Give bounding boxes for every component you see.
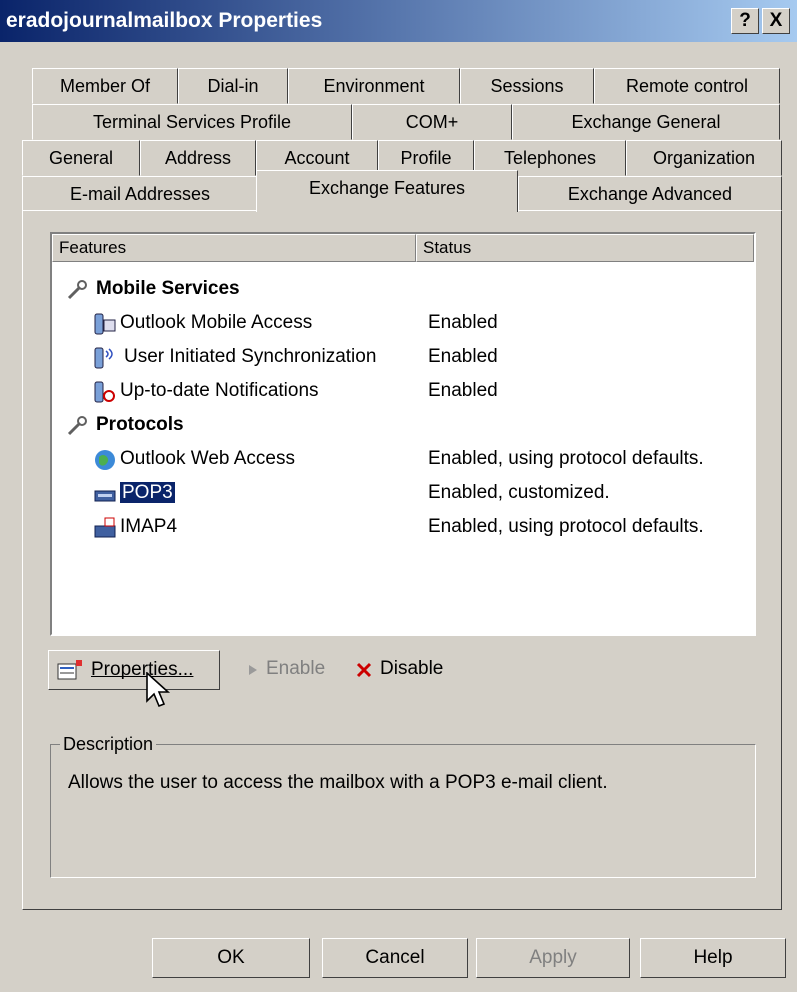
help-button[interactable]: ? [731, 8, 759, 34]
group-label: Mobile Services [96, 278, 240, 299]
feature-status: Enabled, using protocol defaults. [428, 516, 704, 537]
description-text: Allows the user to access the mailbox wi… [68, 772, 608, 793]
feature-label: POP3 [119, 476, 176, 510]
tab-organization[interactable]: Organization [626, 140, 782, 176]
mobile-sync-icon [94, 347, 113, 369]
globe-icon [95, 450, 115, 470]
feature-label: Outlook Web Access [120, 448, 295, 469]
pop3-icon [94, 490, 116, 502]
properties-button[interactable]: Properties... [48, 650, 220, 690]
feature-label: User Initiated Synchronization [124, 346, 377, 367]
tab-address[interactable]: Address [140, 140, 256, 176]
column-header-features[interactable]: Features [52, 234, 416, 262]
selected-label: POP3 [119, 481, 176, 504]
mobile-access-icon [94, 313, 116, 335]
tab-email-addresses[interactable]: E-mail Addresses [22, 176, 258, 212]
title-bar: eradojournalmailbox Properties ? X [0, 0, 797, 42]
tab-dial-in[interactable]: Dial-in [178, 68, 288, 104]
feature-status: Enabled [428, 312, 498, 333]
description-group [50, 744, 756, 878]
disable-button[interactable]: Disable [380, 658, 443, 680]
wrench-icon [67, 280, 87, 300]
feature-row-outlook-mobile-access[interactable]: Outlook Mobile Access Enabled [52, 306, 752, 340]
feature-row-pop3[interactable]: POP3 Enabled, customized. [52, 476, 752, 510]
tab-exchange-features[interactable]: Exchange Features [256, 170, 518, 212]
group-label: Protocols [96, 414, 184, 435]
disable-x-icon [356, 662, 372, 678]
tab-exchange-advanced[interactable]: Exchange Advanced [518, 176, 782, 212]
feature-row-user-initiated-sync[interactable]: User Initiated Synchronization Enabled [52, 340, 752, 374]
feature-status: Enabled, using protocol defaults. [428, 448, 704, 469]
mobile-notify-icon [94, 381, 115, 403]
properties-dialog: eradojournalmailbox Properties ? X Membe… [0, 0, 797, 992]
tab-environment[interactable]: Environment [288, 68, 460, 104]
ok-button[interactable]: OK [152, 938, 310, 978]
tab-terminal-services-profile[interactable]: Terminal Services Profile [32, 104, 352, 140]
feature-row-imap4[interactable]: IMAP4 Enabled, using protocol defaults. [52, 510, 752, 544]
features-list[interactable]: Features Status Mobile Services Outlook … [50, 232, 756, 636]
properties-icon [57, 660, 82, 680]
properties-label: Properties... [91, 659, 194, 680]
feature-label: IMAP4 [120, 516, 178, 537]
tab-remote-control[interactable]: Remote control [594, 68, 780, 104]
cancel-button[interactable]: Cancel [322, 938, 468, 978]
feature-row-up-to-date-notifications[interactable]: Up-to-date Notifications Enabled [52, 374, 752, 408]
column-header-status[interactable]: Status [416, 234, 754, 262]
enable-arrow-icon [249, 665, 257, 675]
enable-button[interactable]: Enable [266, 658, 325, 680]
tab-member-of[interactable]: Member Of [32, 68, 178, 104]
group-protocols[interactable]: Protocols [52, 408, 752, 442]
tab-general[interactable]: General [22, 140, 140, 176]
feature-status: Enabled [428, 380, 498, 401]
window-title: eradojournalmailbox Properties [6, 9, 323, 32]
wrench-icon [67, 416, 87, 436]
feature-row-outlook-web-access[interactable]: Outlook Web Access Enabled, using protoc… [52, 442, 752, 476]
feature-status: Enabled, customized. [428, 482, 610, 503]
apply-button[interactable]: Apply [476, 938, 630, 978]
tab-exchange-general[interactable]: Exchange General [512, 104, 780, 140]
imap4-icon [94, 517, 116, 538]
feature-status: Enabled [428, 346, 498, 367]
feature-label: Outlook Mobile Access [120, 312, 313, 333]
tab-sessions[interactable]: Sessions [460, 68, 594, 104]
tab-com-plus[interactable]: COM+ [352, 104, 512, 140]
group-mobile-services[interactable]: Mobile Services [52, 272, 752, 306]
feature-label: Up-to-date Notifications [120, 380, 319, 401]
mouse-cursor-icon [146, 672, 171, 708]
close-button[interactable]: X [762, 8, 790, 34]
description-legend: Description [60, 734, 157, 755]
help-footer-button[interactable]: Help [640, 938, 786, 978]
